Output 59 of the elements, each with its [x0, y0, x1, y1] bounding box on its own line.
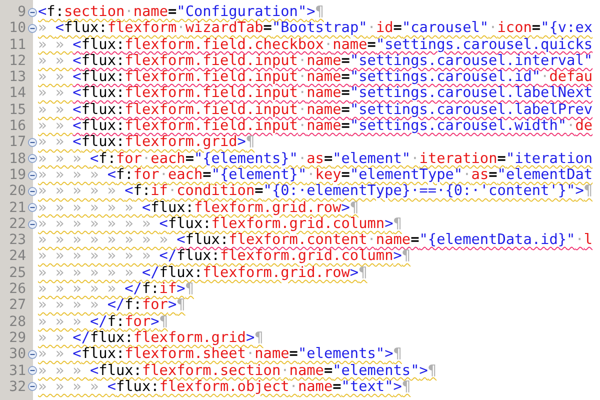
- code-line: <f:section·name="Configuration">¶: [38, 4, 324, 20]
- line-number: 21: [8, 200, 26, 216]
- code-line: » » » » <flux:flexform.object·name="text">¶: [38, 378, 411, 396]
- line-number: 28: [8, 314, 26, 330]
- line-number: 29: [8, 330, 26, 346]
- code-line: » » <flux:flexform.grid>¶: [38, 134, 255, 151]
- line-number: 26: [8, 281, 26, 298]
- line-number: 18: [8, 150, 26, 167]
- line-number: 9: [16, 4, 26, 20]
- line-number: 14: [8, 85, 26, 102]
- code-line: » » <flux:flexform.field.checkbox·name="settings.carousel.quicks: [38, 36, 593, 53]
- code-line: » » » <flux:flexform.section·name="elements">¶: [38, 362, 437, 379]
- code-line: » » » » » » </flux:flexform.grid.row>¶: [38, 264, 368, 282]
- code-line: » » » » » » » </flux:flexform.grid.column>¶: [38, 248, 411, 265]
- code-line: » » » <f:for·each="{elements}"·as="element"·iteration="iteration: [38, 150, 593, 167]
- code-line: » <flux:flexform·wizardTab="Bootstrap"·id="carousel"·icon="{v:ex: [38, 20, 593, 37]
- collapse-icon[interactable]: [28, 382, 36, 392]
- collapse-icon[interactable]: [28, 366, 36, 376]
- code-line: » » <flux:flexform.field.input·name="settings.carousel.interval": [38, 52, 593, 70]
- collapse-icon[interactable]: [28, 138, 36, 148]
- line-number: 16: [8, 118, 26, 134]
- collapse-icon[interactable]: [28, 220, 36, 228]
- collapse-icon[interactable]: [28, 203, 36, 212]
- code-line: » » » » » </f:if>¶: [38, 281, 194, 298]
- collapse-icon[interactable]: [28, 170, 36, 180]
- code-line: » » » » » » » <flux:flexform.grid.column>¶: [38, 216, 402, 232]
- line-number: 22: [8, 216, 26, 232]
- collapse-icon[interactable]: [28, 8, 36, 17]
- line-number: 31: [8, 362, 26, 379]
- line-number: 15: [8, 102, 26, 118]
- code-line: » » <flux:flexform.field.input·name="settings.carousel.labelPrev: [38, 102, 593, 118]
- code-line: » » » » » <f:if·condition="{0:·elementType}·==·{0:·'content'}">¶: [38, 183, 593, 200]
- collapse-icon[interactable]: [28, 154, 36, 164]
- code-line: » » <flux:flexform.field.input·name="settings.carousel.id"·defau: [38, 69, 593, 86]
- line-number: 32: [8, 378, 26, 396]
- code-line: » » » » » » <flux:flexform.grid.row>¶: [38, 200, 359, 216]
- line-number: 25: [8, 264, 26, 282]
- line-number: 11: [8, 36, 26, 53]
- line-number: 27: [8, 297, 26, 314]
- code-line: » » » » </f:for>¶: [38, 297, 186, 314]
- collapse-icon[interactable]: [28, 24, 36, 33]
- line-number: 23: [8, 232, 26, 248]
- code-line: » » <flux:flexform.field.input·name="settings.carousel.width"·de: [38, 118, 593, 134]
- line-number: 30: [8, 346, 26, 363]
- line-number: 19: [8, 166, 26, 184]
- code-line: » » » » » » » » <flux:flexform.content·name="{elementData.id}"·l: [38, 232, 593, 248]
- code-line: » » <flux:flexform.sheet·name="elements">¶: [38, 346, 402, 363]
- line-number: 12: [8, 52, 26, 70]
- code-line: » » </flux:flexform.grid>¶: [38, 330, 264, 346]
- line-number: 24: [8, 248, 26, 265]
- code-line: » » <flux:flexform.field.input·name="settings.carousel.labelNext: [38, 85, 593, 102]
- code-line: » » » </f:for>¶: [38, 314, 168, 330]
- line-number: 20: [8, 183, 26, 200]
- line-number: 10: [8, 20, 26, 37]
- line-number: 13: [8, 69, 26, 86]
- collapse-icon[interactable]: [28, 350, 36, 359]
- collapse-icon[interactable]: [28, 186, 36, 196]
- code-line: » » » » <f:for·each="{element}"·key="elementType"·as="elementDat: [38, 166, 593, 184]
- line-number: 17: [8, 134, 26, 151]
